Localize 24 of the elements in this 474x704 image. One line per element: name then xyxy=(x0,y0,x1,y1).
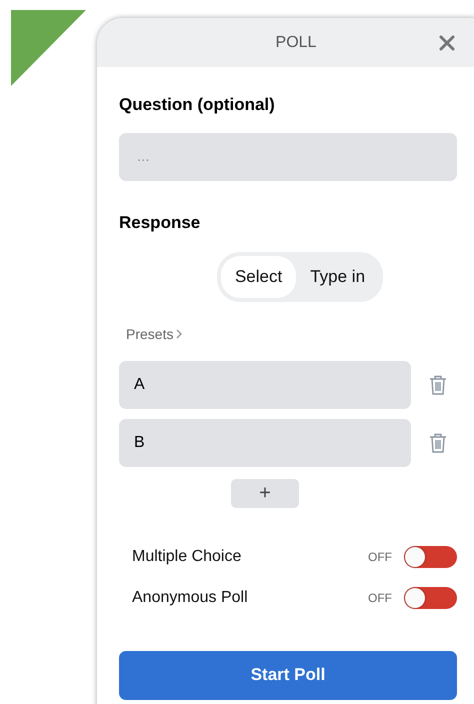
presets-link[interactable]: Presets xyxy=(119,324,182,344)
add-option-button[interactable]: + xyxy=(231,478,299,508)
question-field[interactable]: ... xyxy=(119,132,457,180)
toggle-switch[interactable] xyxy=(404,586,457,608)
switch-state-text: OFF xyxy=(368,548,392,566)
switch-state-text: OFF xyxy=(368,590,392,606)
chevron-icon xyxy=(176,329,182,339)
question-label: Question (optional) xyxy=(119,94,276,116)
option-field[interactable]: A xyxy=(119,360,411,408)
delete-button[interactable] xyxy=(429,432,447,452)
option-field[interactable]: B xyxy=(119,418,411,466)
toggle-switch[interactable] xyxy=(404,546,457,568)
mode-tab[interactable]: Type in xyxy=(296,256,380,298)
delete-button[interactable] xyxy=(429,374,447,394)
response-label: Response xyxy=(119,212,202,234)
trash-icon xyxy=(429,374,447,394)
close-button[interactable] xyxy=(437,32,457,52)
close-icon xyxy=(439,34,455,50)
start-poll-button[interactable]: Start Poll xyxy=(119,650,457,700)
trash-icon xyxy=(429,432,447,452)
mode-tab[interactable]: Select xyxy=(220,256,296,298)
setting-label: Anonymous Poll xyxy=(132,588,249,608)
setting-label: Multiple Choice xyxy=(132,546,242,566)
window-title: POLL xyxy=(276,32,316,52)
